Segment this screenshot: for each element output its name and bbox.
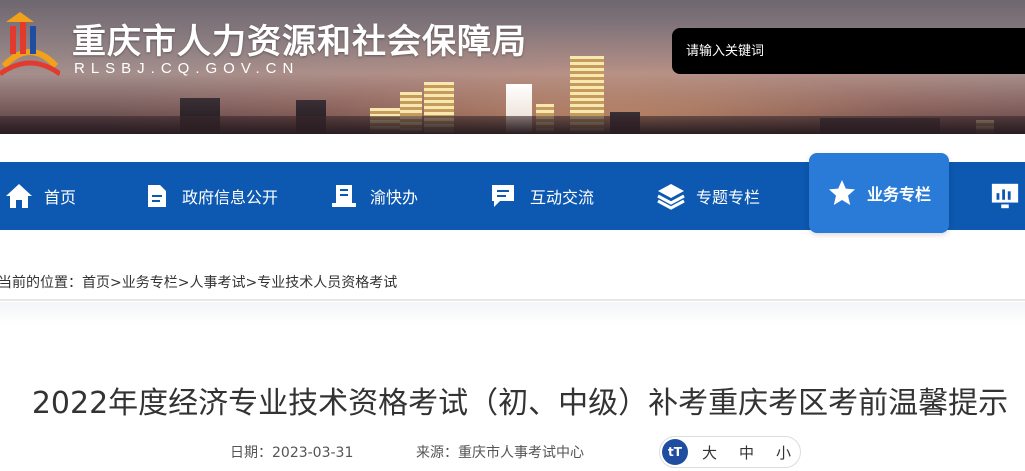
chat-icon: [490, 181, 520, 211]
article-date: 日期：2023-03-31: [230, 442, 353, 462]
content-top-shade: [0, 302, 1025, 326]
nav-label: 互动交流: [530, 188, 595, 207]
nav-label: 业务专栏: [867, 185, 932, 204]
nav-label: 政府信息公开: [182, 188, 279, 207]
font-size-icon: tT: [662, 439, 688, 465]
site-title: 重庆市人力资源和社会保障局: [72, 22, 527, 62]
layers-icon: [656, 181, 686, 211]
breadcrumb-home[interactable]: 首页: [82, 275, 110, 291]
nav-label: 专题专栏: [696, 188, 761, 207]
nav-label: 首页: [44, 188, 77, 207]
breadcrumb-separator: >: [245, 275, 258, 291]
search-input[interactable]: [686, 40, 1006, 62]
home-icon: [4, 181, 34, 211]
breadcrumb-prefix: 当前的位置：: [0, 275, 82, 291]
font-size-switcher: tT 大 中 小: [659, 436, 801, 468]
source-value: 重庆市人事考试中心: [458, 445, 584, 461]
nav-item-home[interactable]: 首页: [4, 162, 76, 230]
nav-item-business[interactable]: 业务专栏: [809, 153, 950, 233]
nav-item-special-topics[interactable]: 专题专栏: [656, 162, 760, 230]
nav-item-interaction[interactable]: 互动交流: [490, 162, 594, 230]
monitor-icon: [990, 181, 1020, 211]
breadcrumb-separator: >: [177, 275, 190, 291]
site-domain: RLSBJ.CQ.GOV.CN: [74, 60, 300, 77]
article-title: 2022年度经济专业技术资格考试（初、中级）补考重庆考区考前温馨提示: [31, 386, 1009, 421]
font-size-small[interactable]: 小: [776, 442, 791, 463]
nav-item-yukuaiban[interactable]: 渝快办: [330, 162, 418, 230]
breadcrumb-exam[interactable]: 人事考试: [189, 275, 245, 291]
nav-item-gov-info[interactable]: 政府信息公开: [142, 162, 278, 230]
star-icon: [827, 178, 857, 208]
breadcrumb-qualification[interactable]: 专业技术人员资格考试: [257, 275, 397, 291]
banner-ground: [0, 116, 1025, 134]
source-label: 来源：: [416, 445, 458, 461]
font-size-medium[interactable]: 中: [739, 442, 754, 463]
main-nav: 首页 政府信息公开 渝快办 互动交流 专题专栏 业务专栏: [0, 153, 1025, 233]
service-icon: [330, 181, 360, 211]
date-label: 日期：: [230, 445, 272, 461]
nav-item-data[interactable]: [990, 162, 1025, 230]
search-box: [672, 28, 1025, 74]
article-source: 来源：重庆市人事考试中心: [416, 442, 584, 462]
nav-label: 渝快办: [370, 188, 419, 207]
breadcrumb: 当前的位置：首页>业务专栏>人事考试>专业技术人员资格考试: [0, 272, 397, 292]
site-logo: [0, 12, 60, 77]
document-icon: [142, 181, 172, 211]
breadcrumb-business[interactable]: 业务专栏: [122, 275, 178, 291]
breadcrumb-separator: >: [110, 275, 122, 291]
header-banner: 重庆市人力资源和社会保障局 RLSBJ.CQ.GOV.CN: [0, 0, 1025, 134]
font-size-large[interactable]: 大: [702, 442, 717, 463]
breadcrumb-divider: [0, 299, 1025, 301]
date-value: 2023-03-31: [272, 445, 354, 461]
